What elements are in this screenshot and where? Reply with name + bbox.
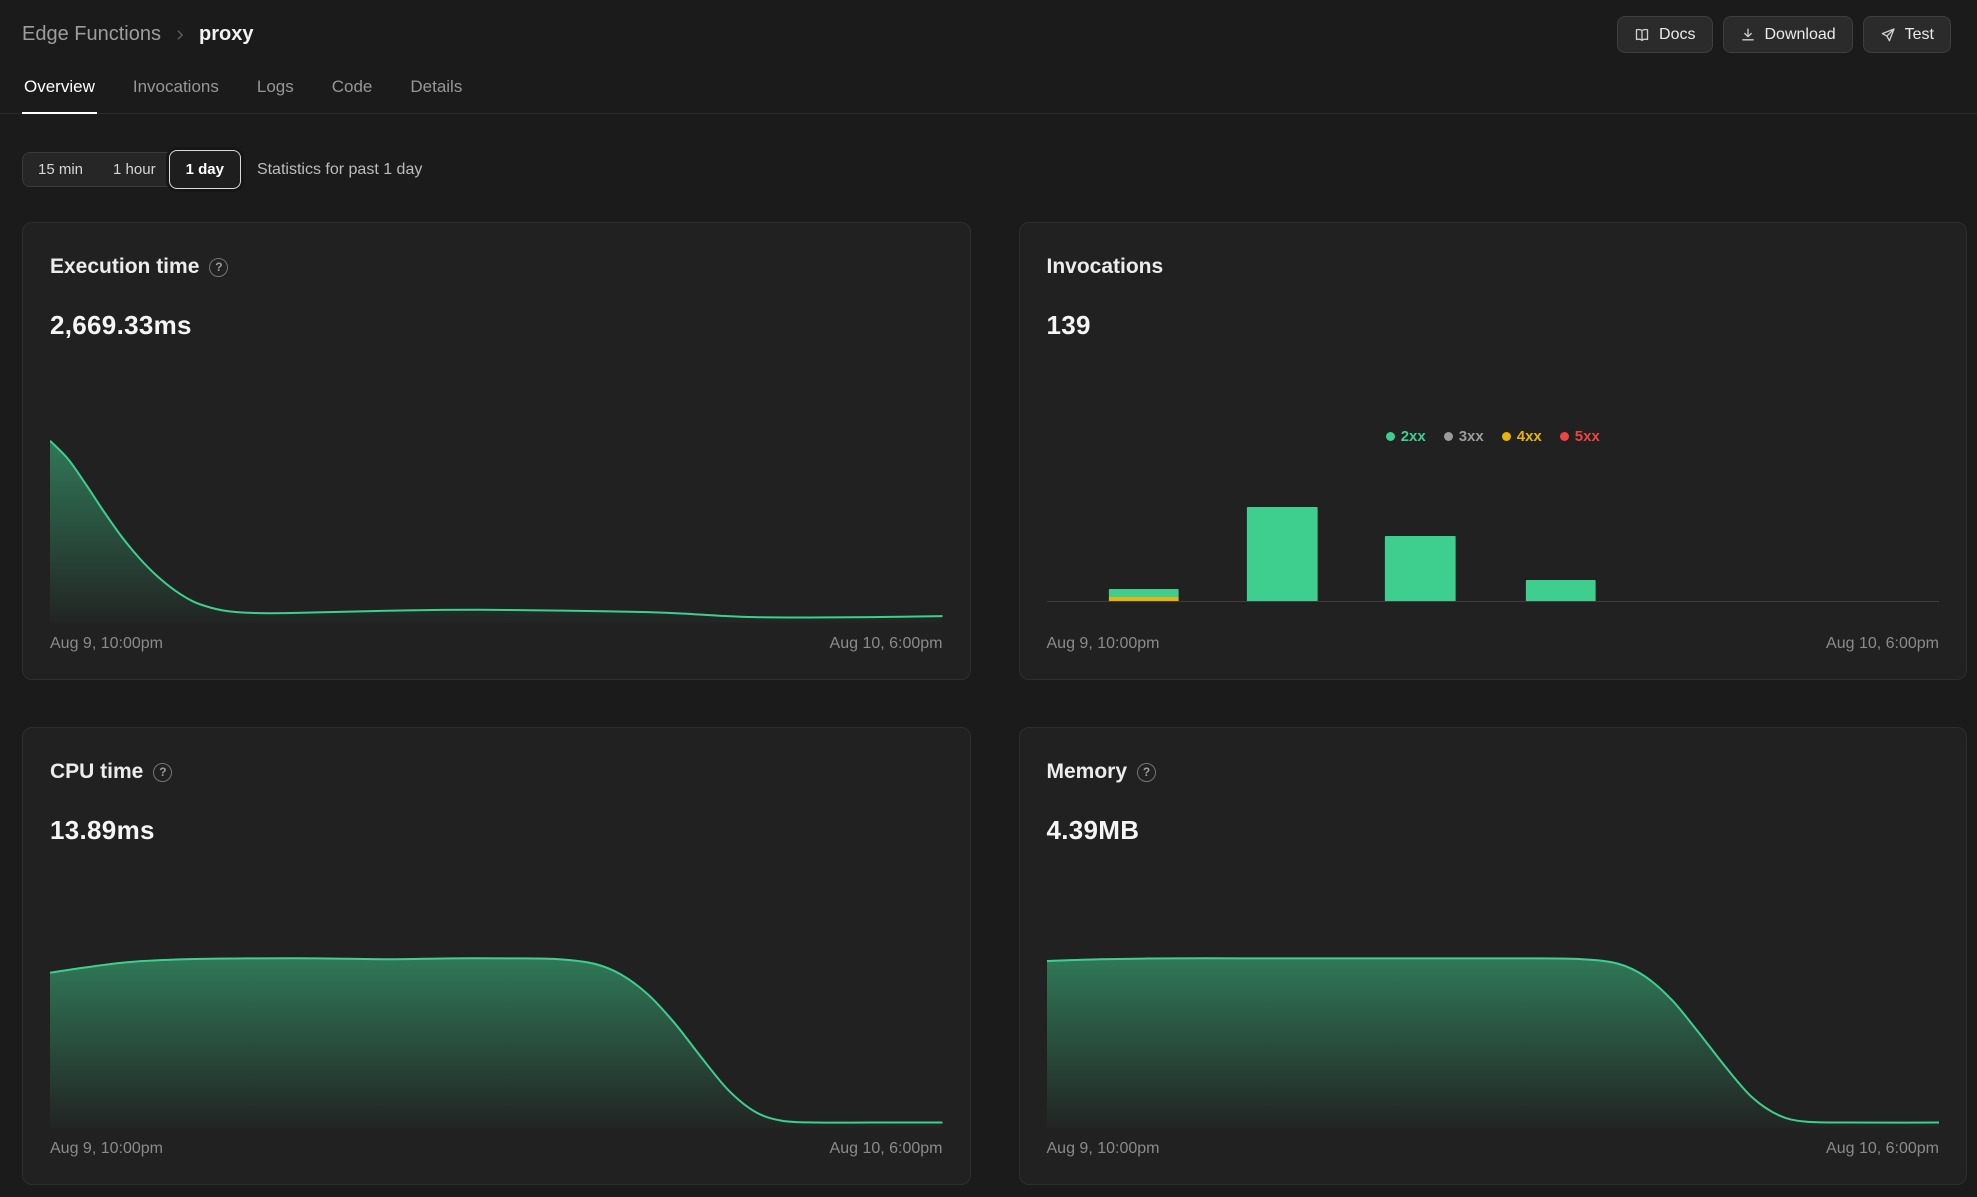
help-icon[interactable]: ?	[1137, 763, 1156, 782]
execution-time-axis: Aug 9, 10:00pm Aug 10, 6:00pm	[50, 635, 943, 653]
legend-item-5xx[interactable]: 5xx	[1560, 428, 1600, 445]
invocations-axis: Aug 9, 10:00pm Aug 10, 6:00pm	[1047, 635, 1940, 653]
tab-overview[interactable]: Overview	[22, 77, 97, 113]
axis-start-label: Aug 9, 10:00pm	[50, 1140, 163, 1158]
memory-chart	[1047, 942, 1940, 1128]
memory-value: 4.39MB	[1047, 815, 1940, 846]
execution-time-chart	[50, 437, 943, 623]
time-range-15min[interactable]: 15 min	[23, 153, 98, 186]
invocations-bar[interactable]	[1525, 580, 1596, 601]
axis-end-label: Aug 10, 6:00pm	[830, 635, 943, 653]
time-range-1day[interactable]: 1 day	[169, 150, 241, 189]
execution-time-value: 2,669.33ms	[50, 310, 943, 341]
time-range-controls: 15 min 1 hour 1 day Statistics for past …	[0, 152, 1977, 187]
invocations-bar[interactable]	[1247, 507, 1318, 601]
breadcrumb: Edge Functions proxy	[22, 23, 253, 46]
legend-dot-3xx	[1444, 432, 1453, 441]
axis-start-label: Aug 9, 10:00pm	[1047, 635, 1160, 653]
invocations-bar[interactable]	[1385, 536, 1456, 601]
header-actions: Docs Download Test	[1617, 16, 1951, 53]
invocations-bar[interactable]	[1109, 589, 1180, 601]
docs-button-label: Docs	[1659, 26, 1695, 44]
bar-segment-2xx	[1109, 589, 1180, 597]
legend-item-4xx[interactable]: 4xx	[1502, 428, 1542, 445]
test-button-label: Test	[1905, 26, 1934, 44]
legend-dot-5xx	[1560, 432, 1569, 441]
book-icon	[1634, 27, 1650, 43]
download-button-label: Download	[1765, 26, 1836, 44]
cpu-time-axis: Aug 9, 10:00pm Aug 10, 6:00pm	[50, 1140, 943, 1158]
cpu-time-card: CPU time ? 13.89ms Aug 9, 10:00pm Aug 10…	[22, 727, 971, 1185]
metrics-grid: Execution time ? 2,669.33ms Aug 9, 10:00…	[22, 222, 1967, 1185]
card-title-execution-time: Execution time	[50, 255, 199, 279]
test-button[interactable]: Test	[1863, 16, 1951, 53]
tab-logs[interactable]: Logs	[255, 77, 296, 113]
legend-label: 3xx	[1459, 428, 1484, 445]
axis-start-label: Aug 9, 10:00pm	[50, 635, 163, 653]
legend-label: 2xx	[1401, 428, 1426, 445]
cpu-time-value: 13.89ms	[50, 815, 943, 846]
card-title-memory: Memory	[1047, 760, 1128, 784]
help-icon[interactable]: ?	[153, 763, 172, 782]
help-icon[interactable]: ?	[209, 258, 228, 277]
tab-invocations[interactable]: Invocations	[131, 77, 221, 113]
axis-start-label: Aug 9, 10:00pm	[1047, 1140, 1160, 1158]
cpu-time-chart	[50, 942, 943, 1128]
invocations-legend: 2xx 3xx 4xx 5xx	[1047, 428, 1940, 445]
download-button[interactable]: Download	[1723, 16, 1853, 53]
docs-button[interactable]: Docs	[1617, 16, 1712, 53]
legend-dot-2xx	[1386, 432, 1395, 441]
invocations-value: 139	[1047, 310, 1940, 341]
chevron-right-icon	[173, 28, 187, 42]
download-icon	[1740, 27, 1756, 43]
breadcrumb-parent[interactable]: Edge Functions	[22, 23, 161, 46]
legend-item-3xx[interactable]: 3xx	[1444, 428, 1484, 445]
tab-code[interactable]: Code	[330, 77, 375, 113]
axis-end-label: Aug 10, 6:00pm	[830, 1140, 943, 1158]
page-header: Edge Functions proxy Docs Download Test	[0, 0, 1977, 53]
invocations-chart: 2xx 3xx 4xx 5xx	[1047, 428, 1940, 602]
statistics-caption: Statistics for past 1 day	[257, 161, 422, 179]
legend-dot-4xx	[1502, 432, 1511, 441]
memory-axis: Aug 9, 10:00pm Aug 10, 6:00pm	[1047, 1140, 1940, 1158]
legend-item-2xx[interactable]: 2xx	[1386, 428, 1426, 445]
legend-label: 5xx	[1575, 428, 1600, 445]
bar-segment-2xx	[1385, 536, 1456, 601]
time-range-1hour[interactable]: 1 hour	[98, 153, 171, 186]
axis-end-label: Aug 10, 6:00pm	[1826, 635, 1939, 653]
legend-label: 4xx	[1517, 428, 1542, 445]
tab-details[interactable]: Details	[408, 77, 464, 113]
breadcrumb-current: proxy	[199, 23, 253, 46]
execution-time-card: Execution time ? 2,669.33ms Aug 9, 10:00…	[22, 222, 971, 680]
time-range-segmented-control: 15 min 1 hour 1 day	[22, 152, 239, 187]
send-icon	[1880, 27, 1896, 43]
bar-segment-4xx	[1109, 597, 1180, 601]
bar-segment-2xx	[1247, 507, 1318, 601]
invocations-bars	[1047, 472, 1940, 602]
invocations-card: Invocations ? 139 2xx3xx4xx5xx Aug 9, 10…	[1019, 222, 1968, 680]
axis-end-label: Aug 10, 6:00pm	[1826, 1140, 1939, 1158]
memory-card: Memory ? 4.39MB Aug 9, 10:00pm Aug 10, 6…	[1019, 727, 1968, 1185]
card-title-invocations: Invocations	[1047, 255, 1164, 279]
card-title-cpu-time: CPU time	[50, 760, 143, 784]
tab-bar: Overview Invocations Logs Code Details	[0, 77, 1977, 114]
bar-segment-2xx	[1525, 580, 1596, 601]
